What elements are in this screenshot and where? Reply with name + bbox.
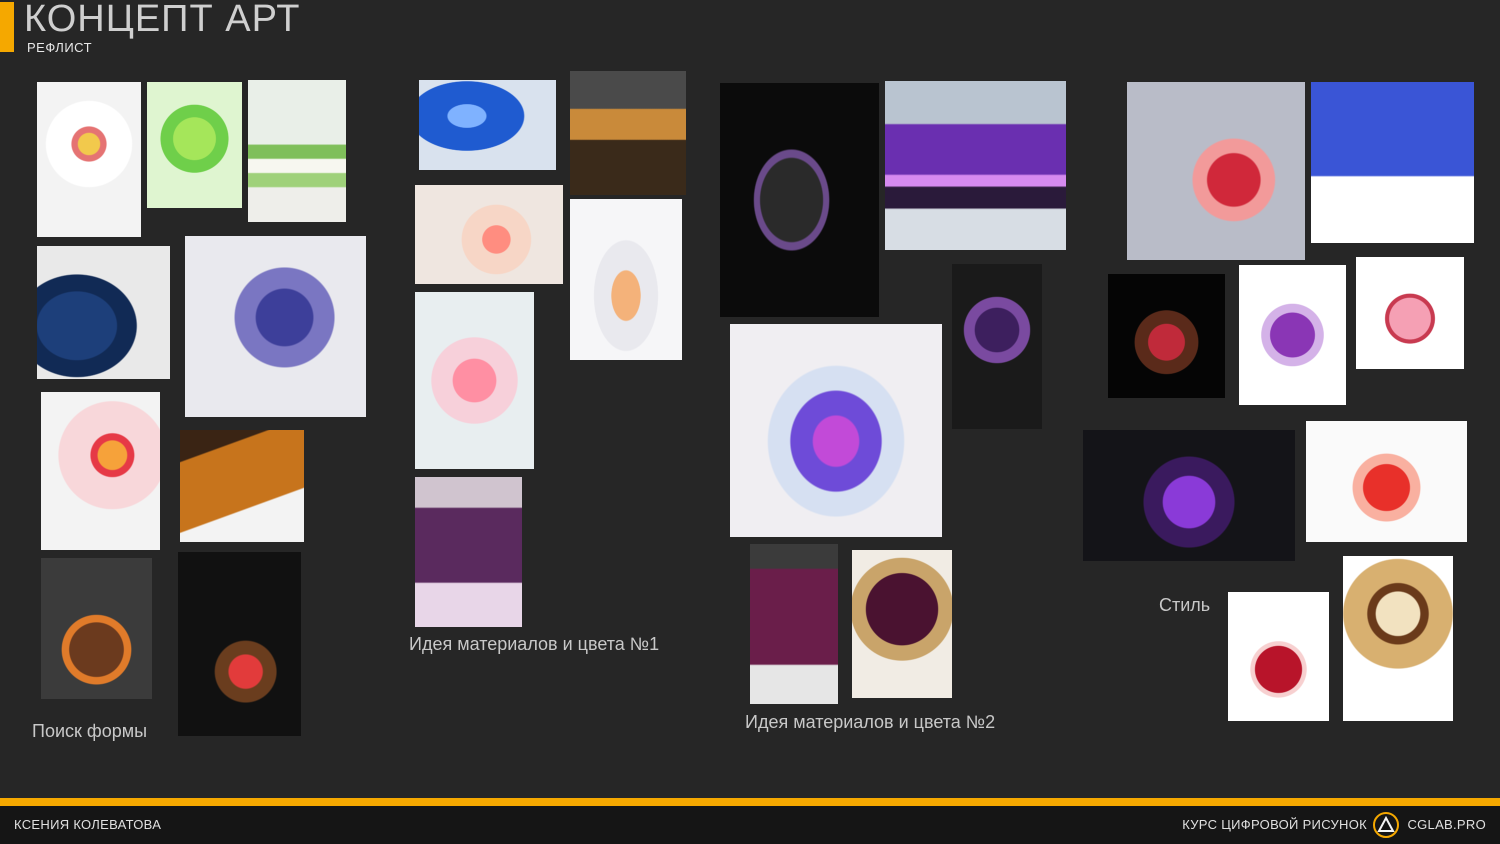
- reference-image: [419, 80, 556, 170]
- reference-image: [1306, 421, 1467, 542]
- cglab-triangle-logo-icon: [1373, 812, 1399, 838]
- reference-image: [41, 558, 152, 699]
- group-label-style: Стиль: [1159, 595, 1211, 615]
- footer-course: КУРС ЦИФРОВОЙ РИСУНОК: [1182, 817, 1367, 832]
- reference-image: [415, 292, 534, 469]
- reference-image: [415, 185, 563, 284]
- page-subtitle: РЕФЛИСТ: [27, 40, 93, 55]
- reference-image: [248, 80, 346, 222]
- group-label-form: Поиск формы: [32, 721, 148, 741]
- reference-image: [730, 324, 942, 537]
- footer-author: КСЕНИЯ КОЛЕВАТОВА: [14, 817, 162, 832]
- reference-image: [185, 236, 366, 417]
- reference-image: [720, 83, 879, 317]
- reference-image: [952, 264, 1042, 429]
- reference-image: [1108, 274, 1225, 398]
- footer-accent-line: [0, 798, 1500, 806]
- reference-image: [570, 71, 686, 195]
- reference-image: [852, 550, 952, 698]
- reference-image: [1228, 592, 1329, 721]
- reference-image: [41, 392, 160, 550]
- group-label-materials-1: Идея материалов и цвета №1: [409, 634, 660, 654]
- reference-image: [37, 82, 141, 237]
- reference-image: [1343, 556, 1453, 721]
- footer-site[interactable]: CGLAB.PRO: [1407, 817, 1486, 832]
- page-title: КОНЦЕПТ АРТ: [24, 0, 301, 40]
- reference-image: [570, 199, 682, 360]
- reference-image: [1083, 430, 1295, 561]
- reference-image: [1356, 257, 1464, 369]
- reference-image: [885, 81, 1066, 250]
- reference-image: [750, 544, 838, 704]
- reference-image: [37, 246, 170, 379]
- reference-image: [1127, 82, 1305, 260]
- header-accent-bar: [0, 2, 14, 52]
- reference-image: [178, 552, 301, 736]
- footer: КСЕНИЯ КОЛЕВАТОВА КУРС ЦИФРОВОЙ РИСУНОК …: [0, 806, 1500, 844]
- group-label-materials-2: Идея материалов и цвета №2: [745, 712, 996, 732]
- reference-image: [415, 477, 522, 627]
- reference-image: [1311, 82, 1474, 243]
- reference-image: [1239, 265, 1346, 405]
- reference-image: [147, 82, 242, 208]
- reference-image: [180, 430, 304, 542]
